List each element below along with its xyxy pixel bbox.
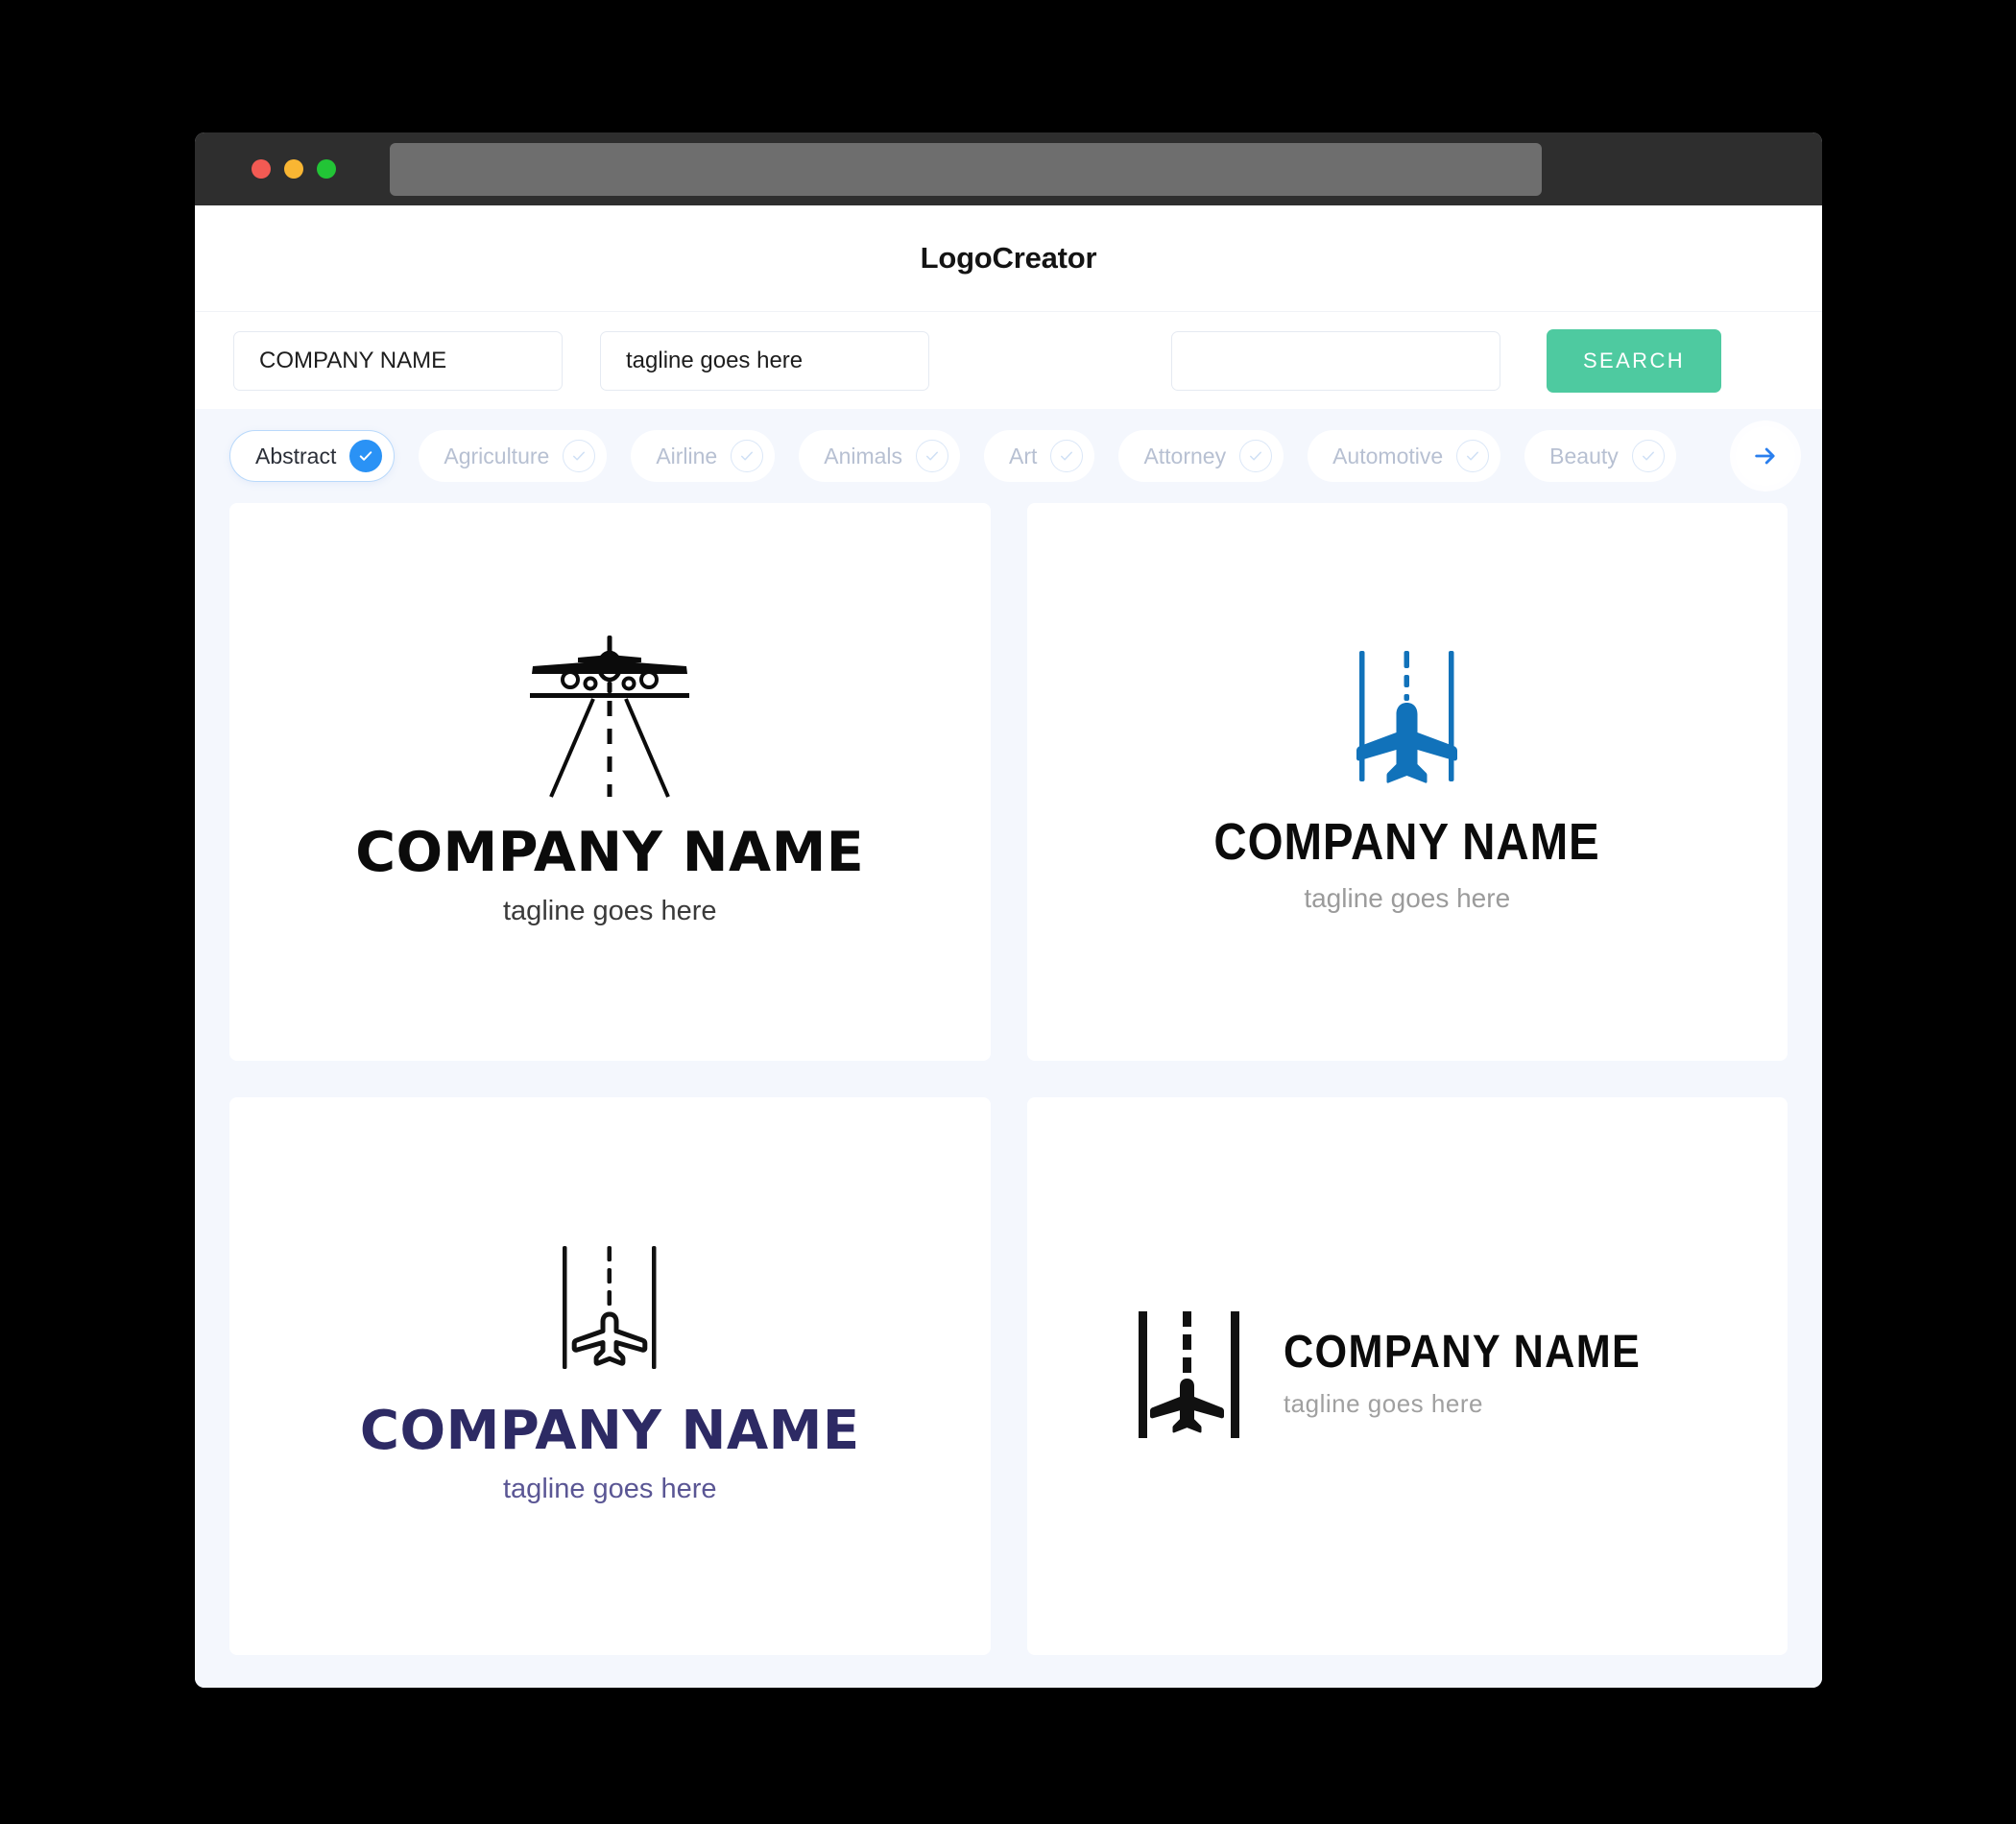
check-icon (1631, 440, 1665, 472)
logo-preview: COMPANY NAME tagline goes here (1188, 647, 1626, 914)
category-label: Abstract (255, 443, 337, 468)
browser-window: LogoCreator SEARCH Abstract Agriculture … (195, 132, 1822, 1688)
category-label: Attorney (1143, 443, 1227, 468)
window-controls (252, 159, 336, 179)
category-label: Beauty (1549, 443, 1619, 468)
minimize-window-button[interactable] (284, 159, 303, 179)
category-pill-animals[interactable]: Animals (799, 430, 961, 482)
logo-company-name: COMPANY NAME (355, 820, 865, 884)
category-pill-attorney[interactable]: Attorney (1118, 430, 1284, 482)
browser-titlebar (195, 132, 1822, 205)
category-pill-beauty[interactable]: Beauty (1524, 430, 1676, 482)
arrow-right-icon (1755, 447, 1775, 465)
category-pill-automotive[interactable]: Automotive (1308, 430, 1501, 482)
category-label: Automotive (1332, 443, 1444, 468)
tagline-input[interactable] (600, 330, 929, 391)
maximize-window-button[interactable] (317, 159, 336, 179)
airplane-blue-runway-icon (1356, 650, 1458, 783)
logo-company-name: COMPANY NAME (1213, 812, 1600, 871)
logo-company-name: COMPANY NAME (1283, 1327, 1642, 1378)
logo-tagline: tagline goes here (1283, 1389, 1483, 1418)
logo-tagline: tagline goes here (503, 895, 717, 926)
logo-company-name: COMPANY NAME (359, 1400, 860, 1462)
check-icon (916, 440, 949, 472)
check-icon (731, 440, 764, 472)
category-pill-airline[interactable]: Airline (631, 430, 776, 482)
category-pill-art[interactable]: Art (984, 430, 1095, 482)
logo-text-block: COMPANY NAME tagline goes here (1284, 1330, 1681, 1419)
url-bar[interactable] (390, 142, 1542, 196)
logo-card[interactable]: COMPANY NAME tagline goes here (1026, 503, 1788, 1061)
logo-preview: COMPANY NAME tagline goes here (355, 632, 864, 927)
category-pill-abstract[interactable]: Abstract (229, 430, 396, 482)
category-label: Airline (656, 443, 718, 468)
logo-card[interactable]: COMPANY NAME tagline goes here (229, 1097, 991, 1655)
close-window-button[interactable] (252, 159, 271, 179)
logo-card[interactable]: COMPANY NAME tagline goes here (229, 503, 991, 1061)
app-header: LogoCreator (195, 205, 1822, 311)
airplane-outline-runway-icon (563, 1246, 657, 1369)
brand-title: LogoCreator (920, 241, 1097, 275)
check-icon (1239, 440, 1273, 472)
search-toolbar: SEARCH (195, 311, 1822, 409)
logo-preview: COMPANY NAME tagline goes here (360, 1243, 860, 1505)
airplane-runway-mark-icon (1138, 1310, 1239, 1438)
logo-card[interactable]: COMPANY NAME tagline goes here (1026, 1097, 1788, 1655)
company-name-input[interactable] (233, 330, 563, 391)
check-icon (1456, 440, 1490, 472)
category-filter-bar: Abstract Agriculture Airline Animals Art (195, 409, 1822, 503)
logo-tagline: tagline goes here (503, 1474, 717, 1504)
check-icon (349, 440, 383, 472)
check-icon (1050, 440, 1084, 472)
airplane-runway-icon (530, 635, 690, 798)
logo-preview: COMPANY NAME tagline goes here (1134, 1308, 1681, 1442)
category-label: Art (1009, 443, 1038, 468)
logo-tagline: tagline goes here (1304, 882, 1511, 913)
next-categories-button[interactable] (1736, 426, 1795, 486)
logo-results-grid: COMPANY NAME tagline goes here COMPANY N… (195, 503, 1822, 1688)
search-button[interactable]: SEARCH (1547, 328, 1721, 393)
check-icon (563, 440, 596, 472)
keyword-input[interactable] (1171, 330, 1500, 391)
category-pill-agriculture[interactable]: Agriculture (419, 430, 608, 482)
category-label: Agriculture (444, 443, 550, 468)
category-label: Animals (824, 443, 903, 468)
